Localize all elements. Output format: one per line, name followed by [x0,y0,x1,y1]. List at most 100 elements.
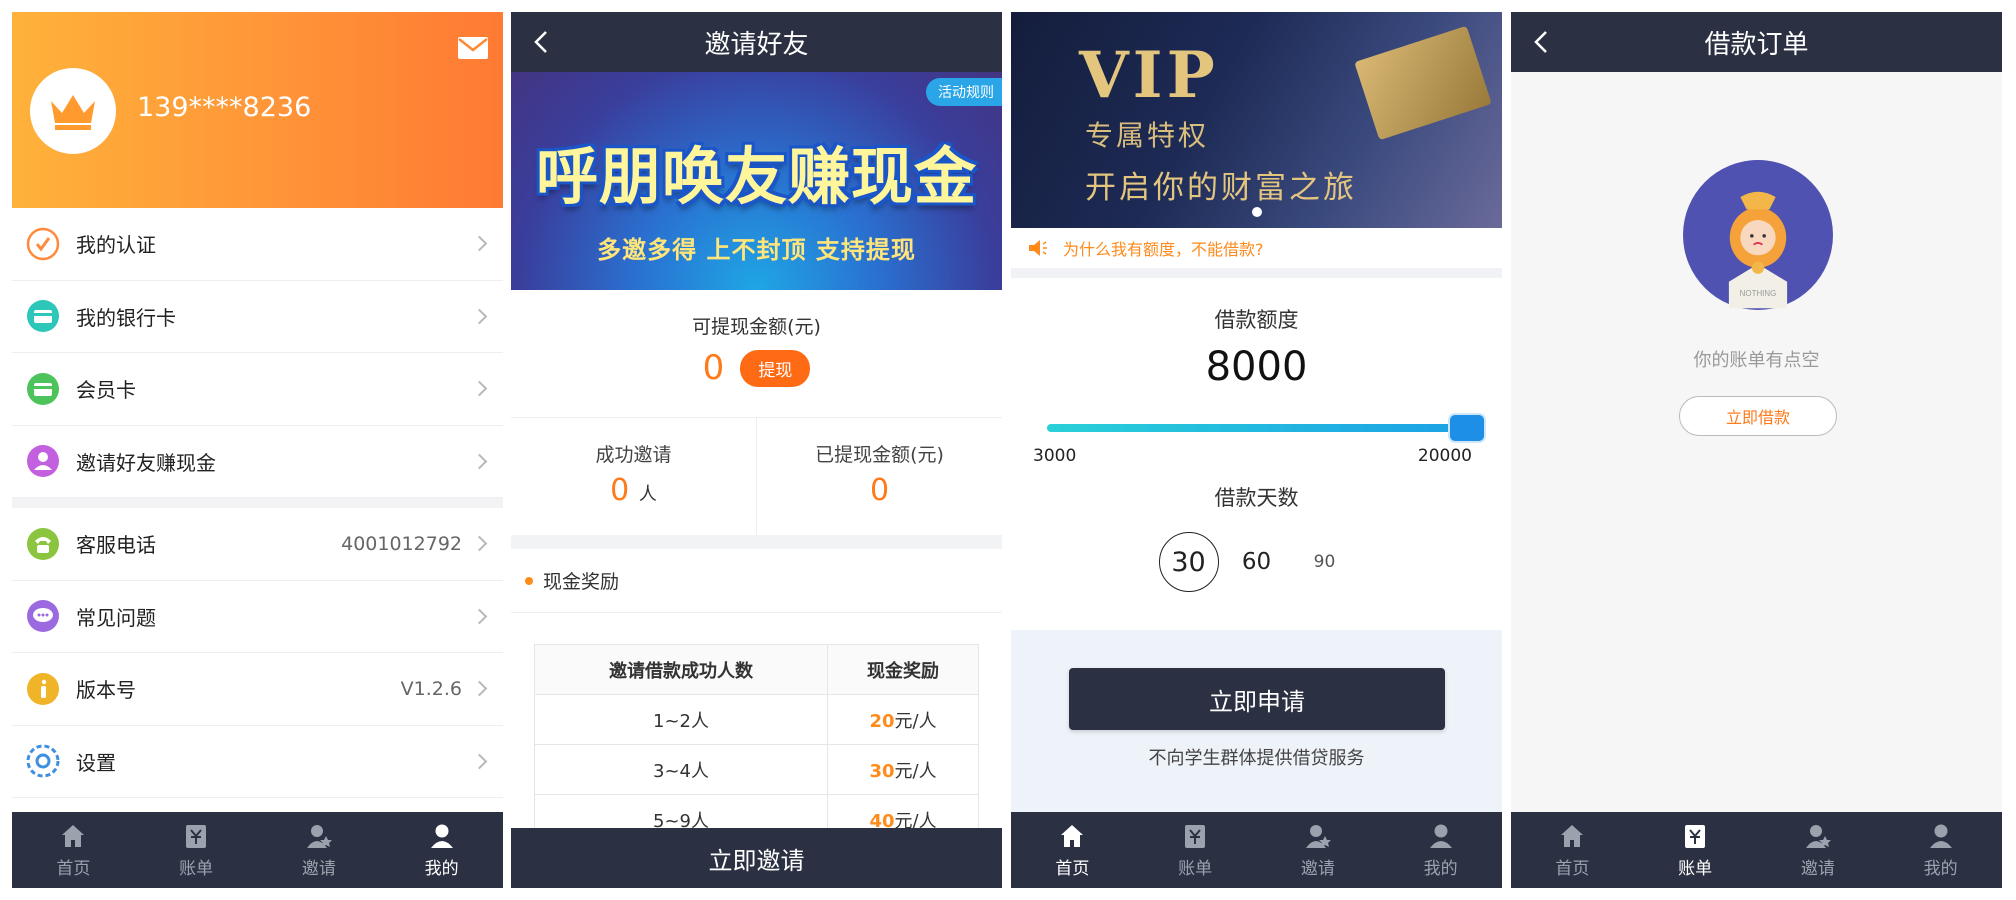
divider [511,612,1002,613]
home-screen: VIP 专属特权 开启你的财富之旅 为什么我有额度，不能借款? 借款额度 800… [1011,12,1502,888]
profile-screen: 139****8236 我的认证 我的银行卡 会员卡 邀请好友赚现金 客服电话 … [12,12,503,888]
tab-label: 账单 [1178,858,1213,879]
invite-icon [1305,824,1331,848]
menu-item-version[interactable]: 版本号 V1.2.6 [12,653,503,726]
tab-bill[interactable]: 账单 [1134,812,1257,888]
tab-label: 账单 [179,858,214,879]
table-cell: 30元/人 [827,744,979,795]
user-icon [1429,824,1452,848]
invite-icon [1805,824,1831,848]
chevron-right-icon [471,380,488,397]
back-arrow-icon[interactable] [529,28,555,56]
borrow-now-button[interactable]: 立即借款 [1679,396,1837,436]
tab-label: 我的 [1923,858,1958,879]
crown-icon [51,95,95,130]
days-label: 借款天数 [1214,486,1299,510]
tab-label: 邀请 [1300,858,1335,879]
day-option-90[interactable]: 90 [1295,532,1355,592]
table-row: 3~4人 30元/人 [533,744,979,795]
menu-item-certification[interactable]: 我的认证 [12,208,503,281]
activity-rules-button[interactable]: 活动规则 [926,78,1002,106]
invite-now-button[interactable]: 立即邀请 [511,828,1002,888]
chevron-right-icon [471,753,488,770]
phone-number: 139****8236 [137,92,312,123]
menu-item-faq[interactable]: 常见问题 [12,581,503,653]
tab-invite[interactable]: 邀请 [1257,812,1380,888]
chevron-right-icon [471,308,488,325]
empty-money-bag-illustration: NOTHING [1683,160,1833,310]
table-header: 邀请借款成功人数 [533,644,829,695]
chevron-right-icon [471,608,488,625]
reward-unit: 元/人 [894,710,937,732]
tab-label: 我的 [1423,858,1458,879]
notice-bar[interactable]: 为什么我有额度，不能借款? [1011,228,1502,278]
menu-item-bank-card[interactable]: 我的银行卡 [12,281,503,353]
invite-friend-icon [27,445,59,478]
amount-slider-track[interactable] [1047,424,1467,432]
menu-label: 邀请好友赚现金 [76,450,216,475]
chevron-right-icon [471,453,488,470]
tab-mine[interactable]: 我的 [1379,812,1502,888]
page-title: 借款订单 [1704,29,1809,60]
invite-banner: 活动规则 呼朋唤友赚现金 多邀多得 上不封顶 支持提现 [511,72,1002,290]
banner-line-1: 专属特权 [1085,119,1210,152]
tab-bill[interactable]: 账单 [1634,812,1757,888]
tab-invite[interactable]: 邀请 [1757,812,1880,888]
menu-label: 客服电话 [76,533,156,558]
info-icon [27,672,59,705]
amount-slider-handle[interactable] [1450,415,1484,441]
slider-min: 3000 [1033,446,1077,466]
user-icon [430,824,453,848]
home-icon [62,824,85,847]
day-option-60[interactable]: 60 [1227,532,1287,592]
withdrawn-amount: 已提现金额(元) 0 [756,418,1002,535]
tab-home[interactable]: 首页 [1511,812,1634,888]
days-selector: 30 60 90 [1011,532,1502,592]
tab-label: 账单 [1678,858,1713,879]
tab-mine[interactable]: 我的 [1879,812,2002,888]
tab-mine[interactable]: 我的 [380,812,503,888]
amount-value: 8000 [1205,344,1308,390]
success-unit: 人 [638,484,657,505]
member-card-icon [27,372,59,405]
menu-item-member-card[interactable]: 会员卡 [12,353,503,426]
home-icon [1061,824,1084,847]
menu-label: 设置 [76,750,116,775]
available-value: 0 [702,348,725,388]
nav-bar: 邀请好友 [511,12,1002,72]
gift-box-image [1354,25,1492,141]
reward-table: 邀请借款成功人数 现金奖励 1~2人 20元/人 3~4人 30元/人 5~9人… [533,644,979,845]
banner-title: 呼朋唤友赚现金 [535,140,977,213]
customer-phone-value: 4001012792 [341,532,462,555]
available-row: 0 提现 [511,348,1002,388]
divider [12,498,503,508]
withdraw-button[interactable]: 提现 [740,349,811,387]
table-cell: 3~4人 [533,744,829,795]
apply-now-button[interactable]: 立即申请 [1069,668,1445,730]
menu-label: 我的认证 [76,233,156,258]
carousel-dots [1011,202,1502,221]
tab-label: 邀请 [301,858,336,879]
tab-bar: 首页 账单 邀请 我的 [1511,812,2002,888]
success-invites: 成功邀请 0 人 [511,418,756,535]
orders-screen: 借款订单 NOTHING 你的账单有点空 立即借款 首页 账单 邀请 我的 [1511,12,2002,888]
tab-invite[interactable]: 邀请 [258,812,381,888]
menu-item-invite-friend[interactable]: 邀请好友赚现金 [12,426,503,498]
tab-home[interactable]: 首页 [1011,812,1134,888]
avatar[interactable] [30,68,116,154]
tab-bill[interactable]: 账单 [135,812,258,888]
table-cell: 1~2人 [533,694,829,745]
mail-icon[interactable] [457,36,489,60]
tab-bar: 首页 账单 邀请 我的 [12,812,503,888]
day-option-30[interactable]: 30 [1158,532,1219,592]
success-value: 0 [610,473,630,508]
version-value: V1.2.6 [400,677,462,700]
vip-banner[interactable]: VIP 专属特权 开启你的财富之旅 [1011,12,1502,228]
illustration-text: NOTHING [1740,289,1777,298]
back-arrow-icon[interactable] [1529,28,1555,56]
available-label: 可提现金额(元) [692,316,821,338]
nav-bar: 借款订单 [1511,12,2002,72]
menu-item-settings[interactable]: 设置 [12,726,503,798]
menu-item-customer-phone[interactable]: 客服电话 4001012792 [12,508,503,581]
tab-home[interactable]: 首页 [12,812,135,888]
